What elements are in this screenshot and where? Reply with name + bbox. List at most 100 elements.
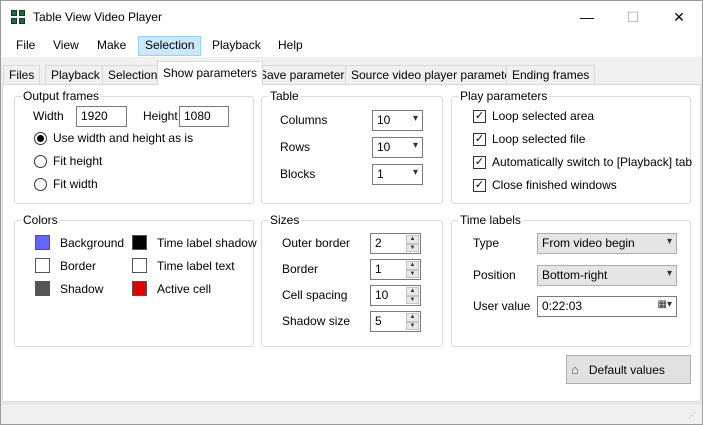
tab-files[interactable]: Files bbox=[3, 65, 41, 85]
spin-down-icon[interactable]: ▼ bbox=[406, 321, 419, 330]
output-frames-group: Output frames Width 1920 Height 1080 Use… bbox=[14, 89, 254, 204]
menu-help[interactable]: Help bbox=[271, 36, 310, 56]
loop-selected-file-checkbox[interactable]: ✓ bbox=[473, 133, 486, 146]
radio-fit-height[interactable] bbox=[34, 155, 47, 168]
background-color-label: Background bbox=[60, 236, 125, 250]
play-parameters-group: Play parameters ✓ Loop selected area ✓ L… bbox=[451, 89, 692, 204]
auto-switch-playback-label[interactable]: Automatically switch to [Playback] tab bbox=[492, 155, 692, 169]
time-label-shadow-swatch[interactable] bbox=[132, 235, 147, 250]
shadow-size-label: Shadow size bbox=[282, 314, 351, 328]
app-window: Table View Video Player — ☐ ✕ File View … bbox=[0, 0, 703, 425]
border-size-spinner[interactable]: 1 ▲ ▼ bbox=[370, 259, 421, 280]
close-button[interactable]: ✕ bbox=[656, 1, 702, 33]
home-icon: ⌂ bbox=[571, 362, 579, 377]
cell-spacing-label: Cell spacing bbox=[282, 288, 348, 302]
tab-ending-frames[interactable]: Ending frames bbox=[506, 65, 596, 85]
shadow-size-spinner[interactable]: 5 ▲ ▼ bbox=[370, 311, 421, 332]
border-size-value: 1 bbox=[375, 262, 382, 276]
cell-spacing-spinner[interactable]: 10 ▲ ▼ bbox=[370, 285, 421, 306]
menu-selection[interactable]: Selection bbox=[138, 36, 202, 56]
blocks-value: 1 bbox=[377, 167, 384, 181]
rows-select[interactable]: 10 ▾ bbox=[372, 137, 423, 158]
user-value-label: User value bbox=[473, 299, 531, 313]
auto-switch-playback-checkbox[interactable]: ✓ bbox=[473, 156, 486, 169]
height-field[interactable]: 1080 bbox=[179, 106, 229, 127]
radio-use-as-is[interactable] bbox=[34, 132, 47, 145]
chevron-down-icon: ▾ bbox=[412, 113, 418, 124]
table-legend: Table bbox=[268, 89, 301, 103]
play-parameters-legend: Play parameters bbox=[458, 89, 550, 103]
radio-fit-height-label[interactable]: Fit height bbox=[53, 154, 102, 168]
menu-bar: File View Make Selection Playback Help bbox=[1, 34, 702, 57]
blocks-select[interactable]: 1 ▾ bbox=[372, 164, 423, 185]
sizes-legend: Sizes bbox=[268, 213, 302, 227]
type-label: Type bbox=[473, 236, 500, 250]
chevron-down-icon: ▾ bbox=[666, 268, 672, 279]
position-select[interactable]: Bottom-right ▾ bbox=[537, 265, 677, 286]
tab-strip: Files Playback Selection Show parameters… bbox=[1, 59, 702, 85]
default-values-label: Default values bbox=[588, 362, 665, 377]
menu-file[interactable]: File bbox=[9, 36, 42, 56]
spin-down-icon[interactable]: ▼ bbox=[406, 295, 419, 304]
spin-up-icon[interactable]: ▲ bbox=[406, 235, 419, 244]
menu-make[interactable]: Make bbox=[90, 36, 133, 56]
spin-down-icon[interactable]: ▼ bbox=[406, 269, 419, 278]
table-group: Table Columns 10 ▾ Rows 10 ▾ Blocks 1 ▾ bbox=[261, 89, 443, 204]
radio-fit-width[interactable] bbox=[34, 178, 47, 191]
spin-up-icon[interactable]: ▲ bbox=[406, 287, 419, 296]
position-label: Position bbox=[473, 268, 516, 282]
width-field[interactable]: 1920 bbox=[76, 106, 127, 127]
shadow-color-swatch[interactable] bbox=[35, 281, 50, 296]
spin-up-icon[interactable]: ▲ bbox=[406, 313, 419, 322]
menu-view[interactable]: View bbox=[46, 36, 86, 56]
resize-grip-icon[interactable]: ⋰ bbox=[688, 411, 698, 421]
blocks-label: Blocks bbox=[280, 167, 316, 181]
loop-selected-area-label[interactable]: Loop selected area bbox=[492, 109, 594, 123]
maximize-button[interactable]: ☐ bbox=[610, 1, 656, 33]
outer-border-spinner[interactable]: 2 ▲ ▼ bbox=[370, 233, 421, 254]
outer-border-value: 2 bbox=[375, 236, 382, 250]
active-cell-label: Active cell bbox=[157, 282, 212, 296]
time-label-text-swatch[interactable] bbox=[132, 258, 147, 273]
border-color-swatch[interactable] bbox=[35, 258, 50, 273]
radio-fit-width-label[interactable]: Fit width bbox=[53, 177, 98, 191]
loop-selected-area-checkbox[interactable]: ✓ bbox=[473, 110, 486, 123]
radio-use-as-is-label[interactable]: Use width and height as is bbox=[53, 131, 193, 145]
border-color-label: Border bbox=[60, 259, 97, 273]
sizes-group: Sizes Outer border 2 ▲ ▼ Border 1 ▲ ▼ Cell… bbox=[261, 213, 443, 347]
colors-legend: Colors bbox=[21, 213, 60, 227]
close-finished-windows-label[interactable]: Close finished windows bbox=[492, 178, 617, 192]
chevron-down-icon: ▾ bbox=[666, 236, 672, 247]
background-color-swatch[interactable] bbox=[35, 235, 50, 250]
spin-down-icon[interactable]: ▼ bbox=[406, 243, 419, 252]
columns-select[interactable]: 10 ▾ bbox=[372, 110, 423, 131]
rows-label: Rows bbox=[280, 140, 311, 154]
colors-group: Colors Background Border Shadow Time lab… bbox=[14, 213, 257, 347]
title-bar: Table View Video Player — ☐ ✕ bbox=[1, 1, 702, 34]
tab-save-parameters[interactable]: Save parameters bbox=[253, 65, 357, 85]
columns-label: Columns bbox=[280, 113, 328, 127]
chevron-down-icon: ▾ bbox=[412, 140, 418, 151]
active-cell-swatch[interactable] bbox=[132, 281, 147, 296]
calendar-dropdown-icon[interactable]: ▦▾ bbox=[658, 299, 672, 310]
time-label-text-label: Time label text bbox=[157, 259, 235, 273]
time-labels-legend: Time labels bbox=[458, 213, 523, 227]
chevron-down-icon: ▾ bbox=[412, 167, 418, 178]
type-select[interactable]: From video begin ▾ bbox=[537, 233, 677, 254]
spin-up-icon[interactable]: ▲ bbox=[406, 261, 419, 270]
user-value-picker[interactable]: 0:22:03 ▦▾ bbox=[537, 296, 677, 317]
loop-selected-file-label[interactable]: Loop selected file bbox=[492, 132, 585, 146]
tab-playback[interactable]: Playback bbox=[45, 65, 106, 85]
tab-selection[interactable]: Selection bbox=[102, 65, 164, 85]
default-values-button[interactable]: ⌂ Default values bbox=[566, 355, 691, 384]
height-label: Height bbox=[143, 109, 178, 123]
menu-playback[interactable]: Playback bbox=[205, 36, 268, 56]
close-finished-windows-checkbox[interactable]: ✓ bbox=[473, 179, 486, 192]
minimize-button[interactable]: — bbox=[564, 1, 610, 33]
tab-source-video-player-parameters[interactable]: Source video player parameters bbox=[345, 65, 528, 85]
user-value-text: 0:22:03 bbox=[542, 299, 583, 313]
output-frames-legend: Output frames bbox=[21, 89, 102, 103]
tab-show-parameters[interactable]: Show parameters bbox=[157, 61, 264, 85]
shadow-color-label: Shadow bbox=[60, 282, 104, 296]
cell-spacing-value: 10 bbox=[375, 288, 389, 302]
